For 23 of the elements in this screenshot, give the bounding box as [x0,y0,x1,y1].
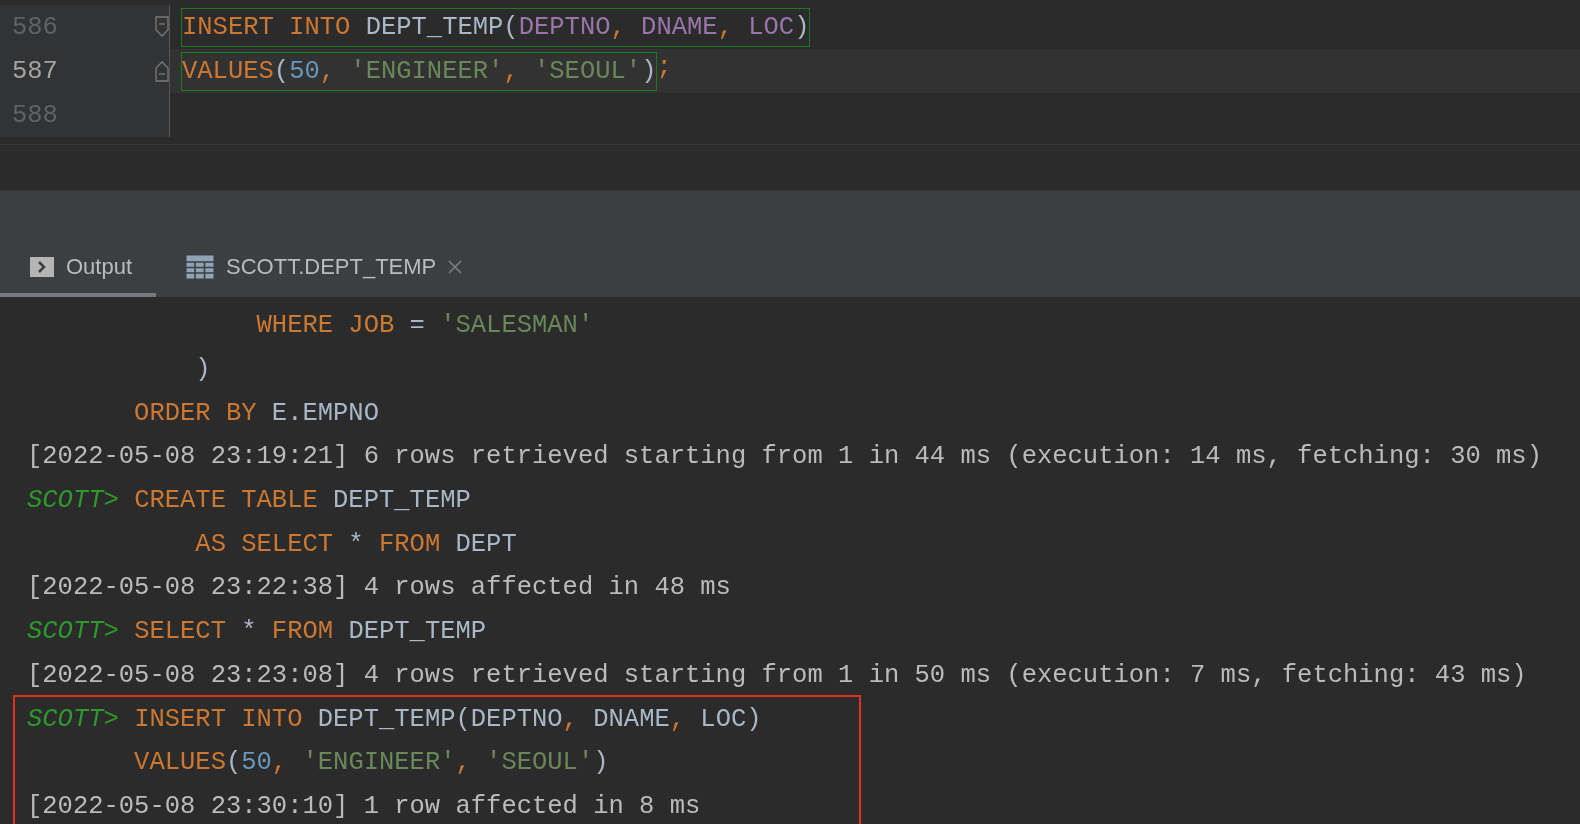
panel-tab[interactable]: Output [0,241,157,297]
console-line: SCOTT> CREATE TABLE DEPT_TEMP [27,486,471,516]
code-line: INSERT INTO DEPT_TEMP(DEPTNO, DNAME, LOC) [182,8,810,46]
console-line: ORDER BY E.EMPNO [133,398,379,428]
fold-marker-icon[interactable] [155,16,169,38]
console-line: VALUES(50, 'ENGINEER', 'SEOUL') [133,748,609,778]
console-line: WHERE JOB = 'SALESMAN' [255,311,594,341]
console-line: SCOTT> SELECT * FROM DEPT_TEMP [27,617,487,647]
console-line: ) [194,355,211,385]
console-line: [2022-05-08 23:22:38] 4 rows affected in 48 ms [27,573,731,603]
console-icon [30,257,54,277]
code-line: VALUES(50, 'ENGINEER', 'SEOUL') [182,52,657,90]
console-line: AS SELECT * FROM DEPT [194,529,517,559]
console-line: SCOTT> INSERT INTO DEPT_TEMP(DEPTNO, DNAME, LOC) [27,704,762,734]
line-number: 587 [12,56,58,86]
console-line: [2022-05-08 23:23:08] 4 rows retrieved starting from 1 in 50 ms (execution: 7 ms, fetching: 43 ms) [27,660,1527,690]
code-text: ; [656,52,672,84]
close-icon[interactable] [448,260,463,274]
panel-tab[interactable]: SCOTT.DEPT_TEMP [156,241,487,297]
table-icon [186,255,215,279]
fold-marker-icon[interactable] [155,60,169,82]
console-line: [2022-05-08 23:30:10] 1 row affected in 8 ms [27,791,701,821]
console-line: [2022-05-08 23:19:21] 6 rows retrieved starting from 1 in 44 ms (execution: 14 ms, fetching: 30 ms) [27,442,1542,472]
